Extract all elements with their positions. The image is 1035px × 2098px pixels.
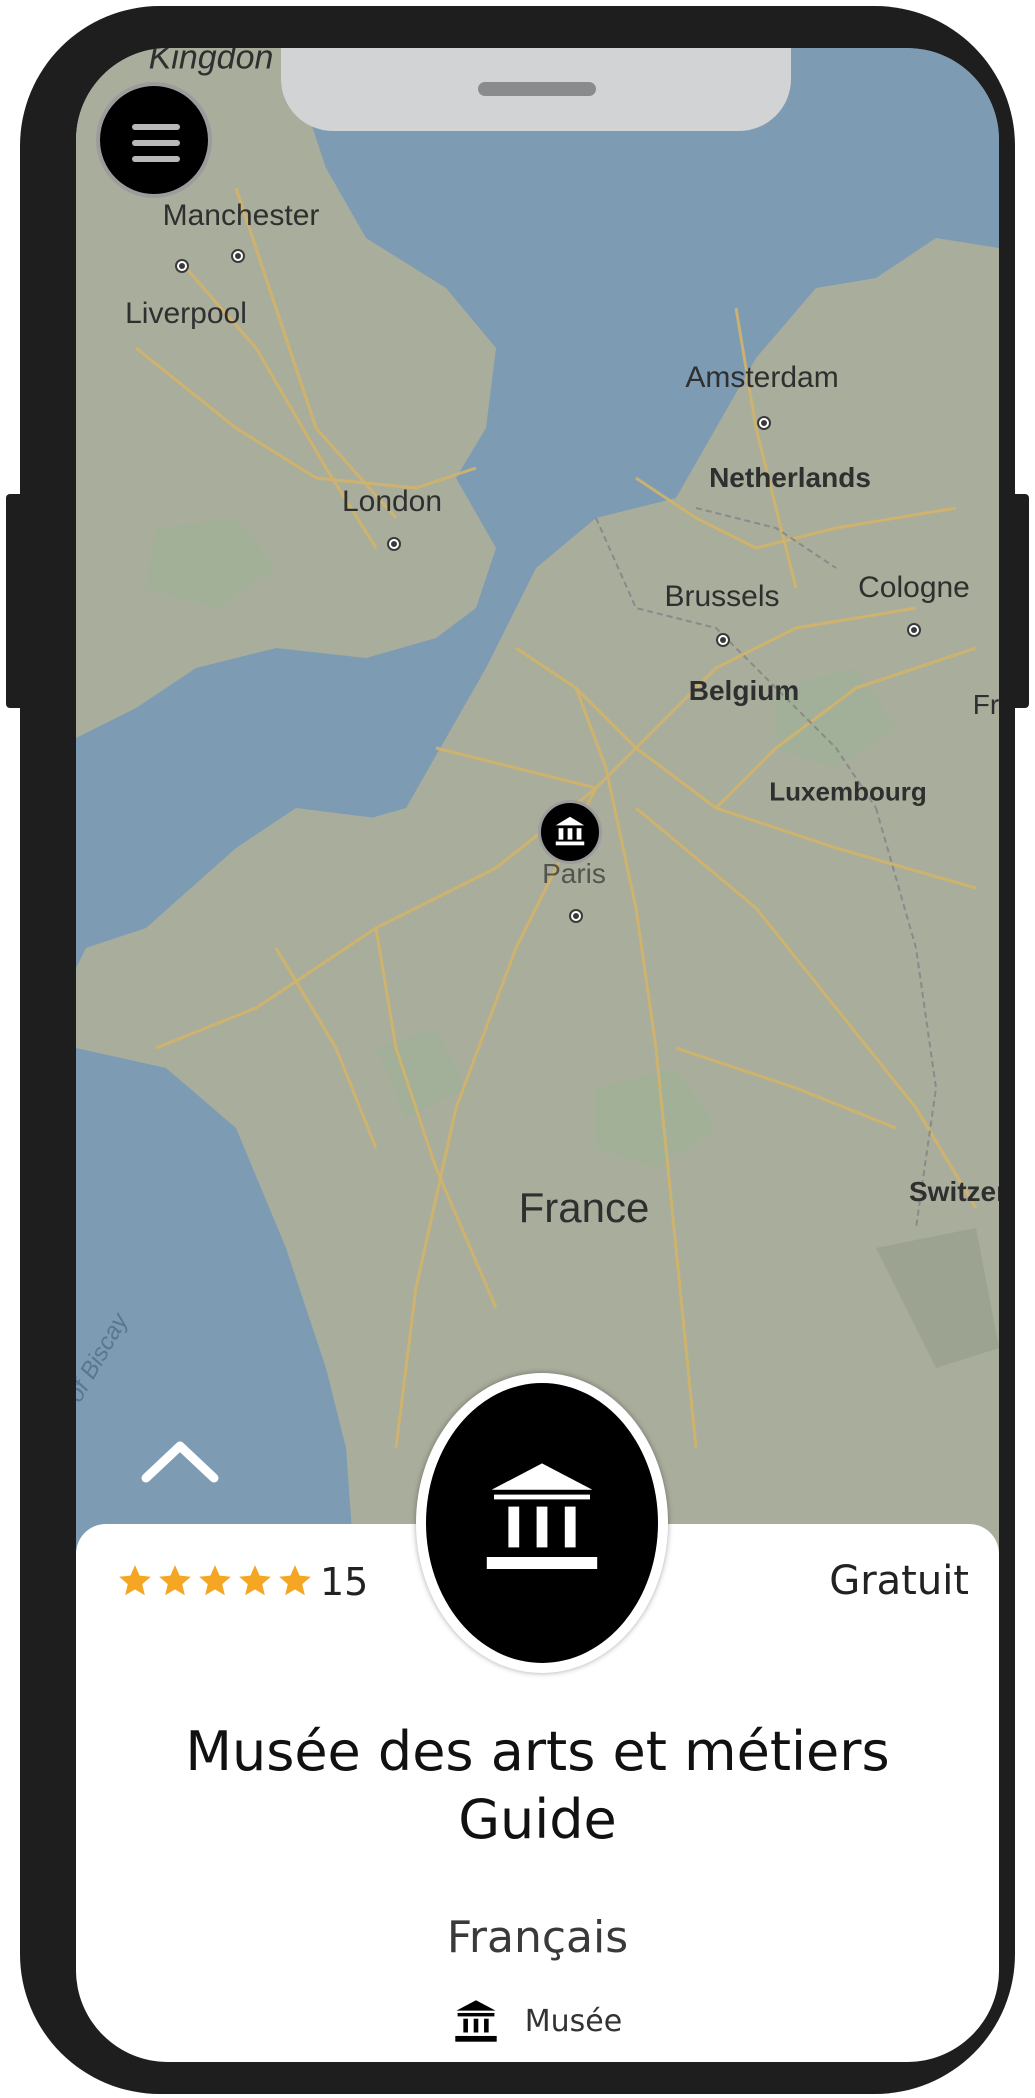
star-icon (159, 1565, 191, 1596)
notch-speaker (478, 82, 596, 96)
rating-count: 15 (320, 1560, 369, 1604)
map-label-france: France (518, 1184, 650, 1231)
guide-language: Français (446, 1912, 629, 1963)
star-icon (119, 1565, 151, 1596)
selected-museum-pin[interactable] (416, 1373, 668, 1673)
guide-title-line2: Guide (458, 1788, 617, 1851)
map-label-luxembourg: Luxembourg (769, 776, 927, 807)
hamburger-menu-icon (132, 156, 180, 162)
map-label-cologne: Cologne (858, 571, 970, 604)
star-icon (239, 1565, 271, 1596)
map-label-belgium: Belgium (688, 675, 800, 706)
chevron-up-icon[interactable] (140, 1438, 220, 1484)
map-city-dot (757, 416, 771, 430)
phone-frame: Kingdon Manchester Liverpool London Amst… (20, 6, 1015, 2094)
star-icon (279, 1565, 311, 1596)
phone-notch (281, 48, 791, 131)
map-label-switzerland: Switzer (908, 1176, 999, 1207)
app-screen: Kingdon Manchester Liverpool London Amst… (76, 48, 999, 2062)
menu-button[interactable] (96, 82, 212, 198)
map-city-dot (907, 623, 921, 637)
map-label-liverpool: Liverpool (125, 297, 247, 330)
map-label-netherlands: Netherlands (709, 462, 871, 493)
hamburger-menu-icon (132, 124, 180, 130)
map-label-manchester: Manchester (162, 199, 320, 232)
map-city-dot (716, 633, 730, 647)
museum-icon (455, 2000, 497, 2042)
map-museum-pin[interactable] (538, 800, 602, 864)
guide-title: Musée des arts et métiers Guide (76, 1718, 999, 1854)
map-label-kingdom: Kingdon (148, 48, 274, 77)
map-label-amsterdam: Amsterdam (685, 361, 839, 394)
map-label-london: London (341, 485, 443, 518)
guide-category: Musée (76, 1998, 999, 2044)
map-city-dot (175, 259, 189, 273)
rating-stars (116, 1562, 314, 1602)
hamburger-menu-icon (132, 140, 180, 146)
map-label-brussels: Brussels (664, 580, 780, 613)
map-city-dot (569, 909, 583, 923)
map-view[interactable] (76, 48, 999, 1588)
map-city-dot (387, 537, 401, 551)
guide-title-line1: Musée des arts et métiers (185, 1720, 890, 1783)
price-label: Gratuit (829, 1558, 969, 1604)
museum-icon (486, 1463, 598, 1569)
map-label-fr-edge: Fr (972, 689, 999, 720)
guide-category-label: Musée (524, 2003, 623, 2039)
star-icon (199, 1565, 231, 1596)
museum-icon (555, 816, 585, 846)
map-city-dot (231, 249, 245, 263)
